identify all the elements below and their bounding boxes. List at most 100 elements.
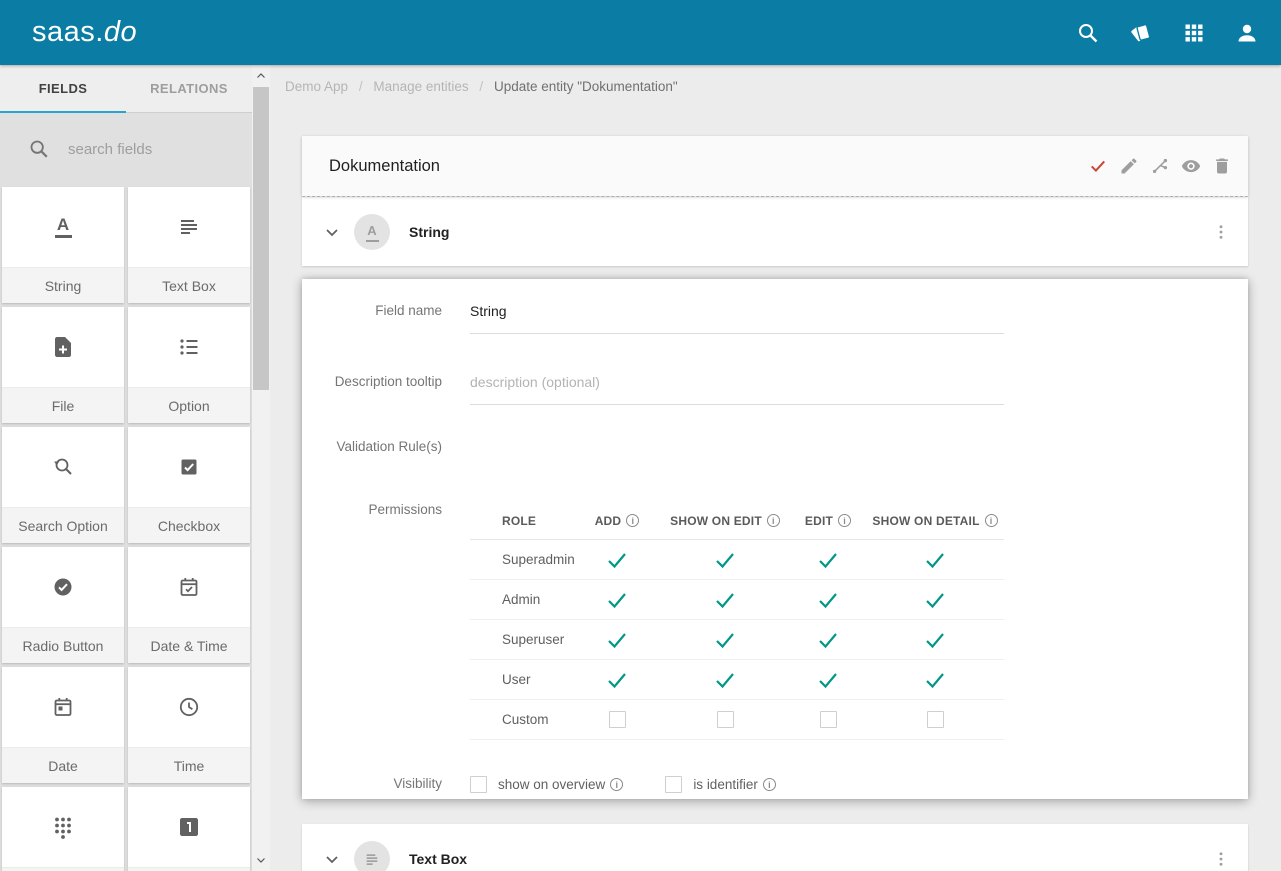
permission-check-icon [605,668,629,692]
logo-prefix: saas. [32,16,104,48]
permission-checkbox-cell[interactable] [790,711,866,728]
entity-card: Dokumentation A String Field [302,136,1248,871]
search-fields-input[interactable] [68,141,218,158]
permission-granted-cell[interactable] [574,588,660,612]
field-type-file[interactable]: File [2,307,124,423]
permission-check-icon [713,548,737,572]
app-logo[interactable]: saas.do [32,16,137,49]
show-on-overview-checkbox[interactable] [470,776,487,793]
text-format-icon: A [366,222,379,242]
description-input[interactable]: description (optional) [470,374,1004,405]
apps-grid-icon[interactable] [1182,21,1206,45]
logo-suffix: do [104,16,137,48]
field-type-string[interactable]: A String [2,187,124,303]
field-type-dialpad[interactable] [2,787,124,871]
breadcrumb-manage-entities[interactable]: Manage entities [373,79,468,94]
field-type-search-option[interactable]: Search Option [2,427,124,543]
permission-granted-cell[interactable] [790,548,866,572]
field-type-radio-button[interactable]: Radio Button [2,547,124,663]
permission-check-icon [713,668,737,692]
info-icon[interactable] [763,778,776,791]
tab-relations[interactable]: RELATIONS [126,65,252,112]
sidebar-content: FIELDS RELATIONS A String Text Box Fil [0,65,252,871]
eye-icon[interactable] [1181,156,1201,176]
tab-fields[interactable]: FIELDS [0,65,126,112]
breadcrumb-demo-app[interactable]: Demo App [285,79,348,94]
info-icon[interactable] [626,514,639,527]
description-label: Description tooltip [302,374,442,405]
kebab-menu-icon[interactable] [1212,847,1230,871]
field-type-date-time[interactable]: Date & Time [128,547,250,663]
permission-check-icon [923,668,947,692]
scroll-up-arrow-icon[interactable] [252,67,270,85]
permission-granted-cell[interactable] [574,668,660,692]
sidebar-search [0,113,252,185]
column-add: ADD [574,514,660,528]
chevron-down-icon[interactable] [320,847,344,871]
field-type-number[interactable] [128,787,250,871]
role-name: User [470,672,574,687]
field-type-textbox[interactable]: Text Box [128,187,250,303]
scroll-down-arrow-icon[interactable] [252,851,270,869]
permission-checkbox[interactable] [927,711,944,728]
permission-granted-cell[interactable] [790,628,866,652]
permission-granted-cell[interactable] [866,588,1004,612]
number-one-icon [177,815,201,839]
info-icon[interactable] [838,514,851,527]
tile-label: Time [128,747,250,783]
kebab-menu-icon[interactable] [1212,220,1230,244]
permissions-table: ROLE ADD SHOW ON EDIT EDIT SHOW ON DETAI… [470,502,1004,740]
permission-granted-cell[interactable] [574,628,660,652]
permission-checkbox[interactable] [820,711,837,728]
permission-check-icon [605,628,629,652]
field-type-date[interactable]: Date [2,667,124,783]
search-fields-icon [28,138,50,160]
permission-row: Custom [470,700,1004,740]
tile-label: File [2,387,124,423]
visibility-row: Visibility show on overview is identifie… [302,776,1248,793]
permission-granted-cell[interactable] [574,548,660,572]
split-icon[interactable] [1150,156,1170,176]
info-icon[interactable] [767,514,780,527]
permission-granted-cell[interactable] [660,588,790,612]
permission-granted-cell[interactable] [660,548,790,572]
info-icon[interactable] [610,778,623,791]
scrollbar-thumb[interactable] [253,87,269,390]
edit-pencil-icon[interactable] [1119,156,1139,176]
is-identifier-checkbox[interactable] [665,776,682,793]
search-icon[interactable] [1076,21,1100,45]
permission-check-icon [923,548,947,572]
info-icon[interactable] [985,514,998,527]
tile-label: Radio Button [2,627,124,663]
permission-checkbox[interactable] [717,711,734,728]
permission-granted-cell[interactable] [660,628,790,652]
tile-label [2,867,124,871]
account-icon[interactable] [1235,21,1259,45]
field-type-time[interactable]: Time [128,667,250,783]
permission-granted-cell[interactable] [660,668,790,692]
permission-granted-cell[interactable] [790,588,866,612]
permission-granted-cell[interactable] [790,668,866,692]
cards-icon[interactable] [1129,21,1153,45]
validation-row: Validation Rule(s) [302,439,1248,454]
visibility-options: show on overview is identifier [470,776,776,793]
field-name-input[interactable]: String [470,303,1004,334]
calendar-icon [51,695,75,719]
column-role: ROLE [470,514,574,528]
confirm-check-icon[interactable] [1088,156,1108,176]
permission-checkbox[interactable] [609,711,626,728]
permission-checkbox-cell[interactable] [866,711,1004,728]
notes-icon [177,215,201,239]
permission-granted-cell[interactable] [866,548,1004,572]
permission-granted-cell[interactable] [866,628,1004,652]
permission-granted-cell[interactable] [866,668,1004,692]
chevron-down-icon[interactable] [320,220,344,244]
validation-value[interactable] [470,439,1004,454]
validation-label: Validation Rule(s) [302,439,442,454]
textbox-section-title: Text Box [409,851,467,867]
permission-checkbox-cell[interactable] [574,711,660,728]
field-type-checkbox[interactable]: Checkbox [128,427,250,543]
permission-checkbox-cell[interactable] [660,711,790,728]
field-type-option[interactable]: Option [128,307,250,423]
trash-icon[interactable] [1212,156,1232,176]
